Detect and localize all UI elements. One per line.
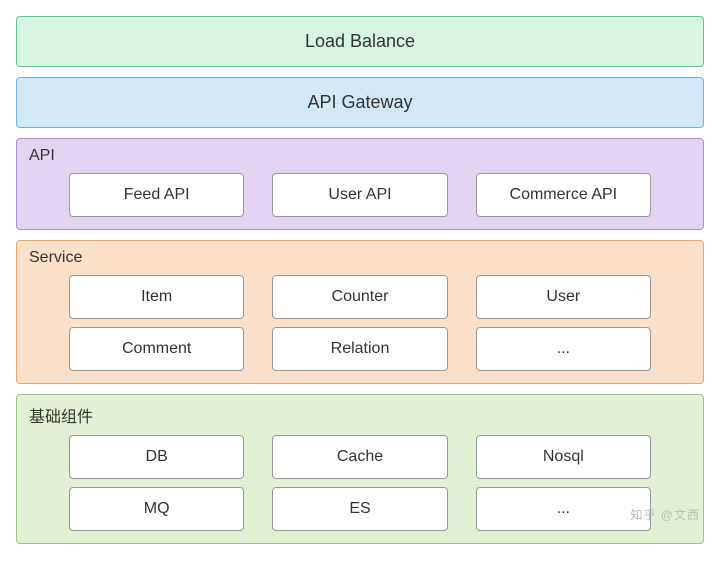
load-balance-label: Load Balance [305, 31, 415, 51]
infra-box-mq: MQ [69, 487, 244, 531]
api-gateway-layer: API Gateway [16, 77, 704, 128]
infra-box-cache: Cache [272, 435, 447, 479]
api-box-commerce: Commerce API [476, 173, 651, 217]
service-row-1: Item Counter User [25, 275, 695, 319]
infra-layer: 基础组件 DB Cache Nosql MQ ES ... [16, 394, 704, 544]
api-box-feed: Feed API [69, 173, 244, 217]
api-row: Feed API User API Commerce API [25, 173, 695, 217]
infra-row-1: DB Cache Nosql [25, 435, 695, 479]
infra-box-db: DB [69, 435, 244, 479]
infra-box-es: ES [272, 487, 447, 531]
infra-box-nosql: Nosql [476, 435, 651, 479]
load-balance-layer: Load Balance [16, 16, 704, 67]
infra-row-2: MQ ES ... [25, 487, 695, 531]
service-box-more: ... [476, 327, 651, 371]
service-box-comment: Comment [69, 327, 244, 371]
api-layer-title: API [29, 147, 695, 165]
service-box-counter: Counter [272, 275, 447, 319]
api-layer: API Feed API User API Commerce API [16, 138, 704, 230]
service-row-2: Comment Relation ... [25, 327, 695, 371]
api-box-user: User API [272, 173, 447, 217]
service-box-user: User [476, 275, 651, 319]
service-box-item: Item [69, 275, 244, 319]
api-gateway-label: API Gateway [307, 92, 412, 112]
infra-box-more: ... [476, 487, 651, 531]
service-box-relation: Relation [272, 327, 447, 371]
service-layer-title: Service [29, 249, 695, 267]
service-layer: Service Item Counter User Comment Relati… [16, 240, 704, 384]
infra-layer-title: 基础组件 [29, 403, 695, 427]
